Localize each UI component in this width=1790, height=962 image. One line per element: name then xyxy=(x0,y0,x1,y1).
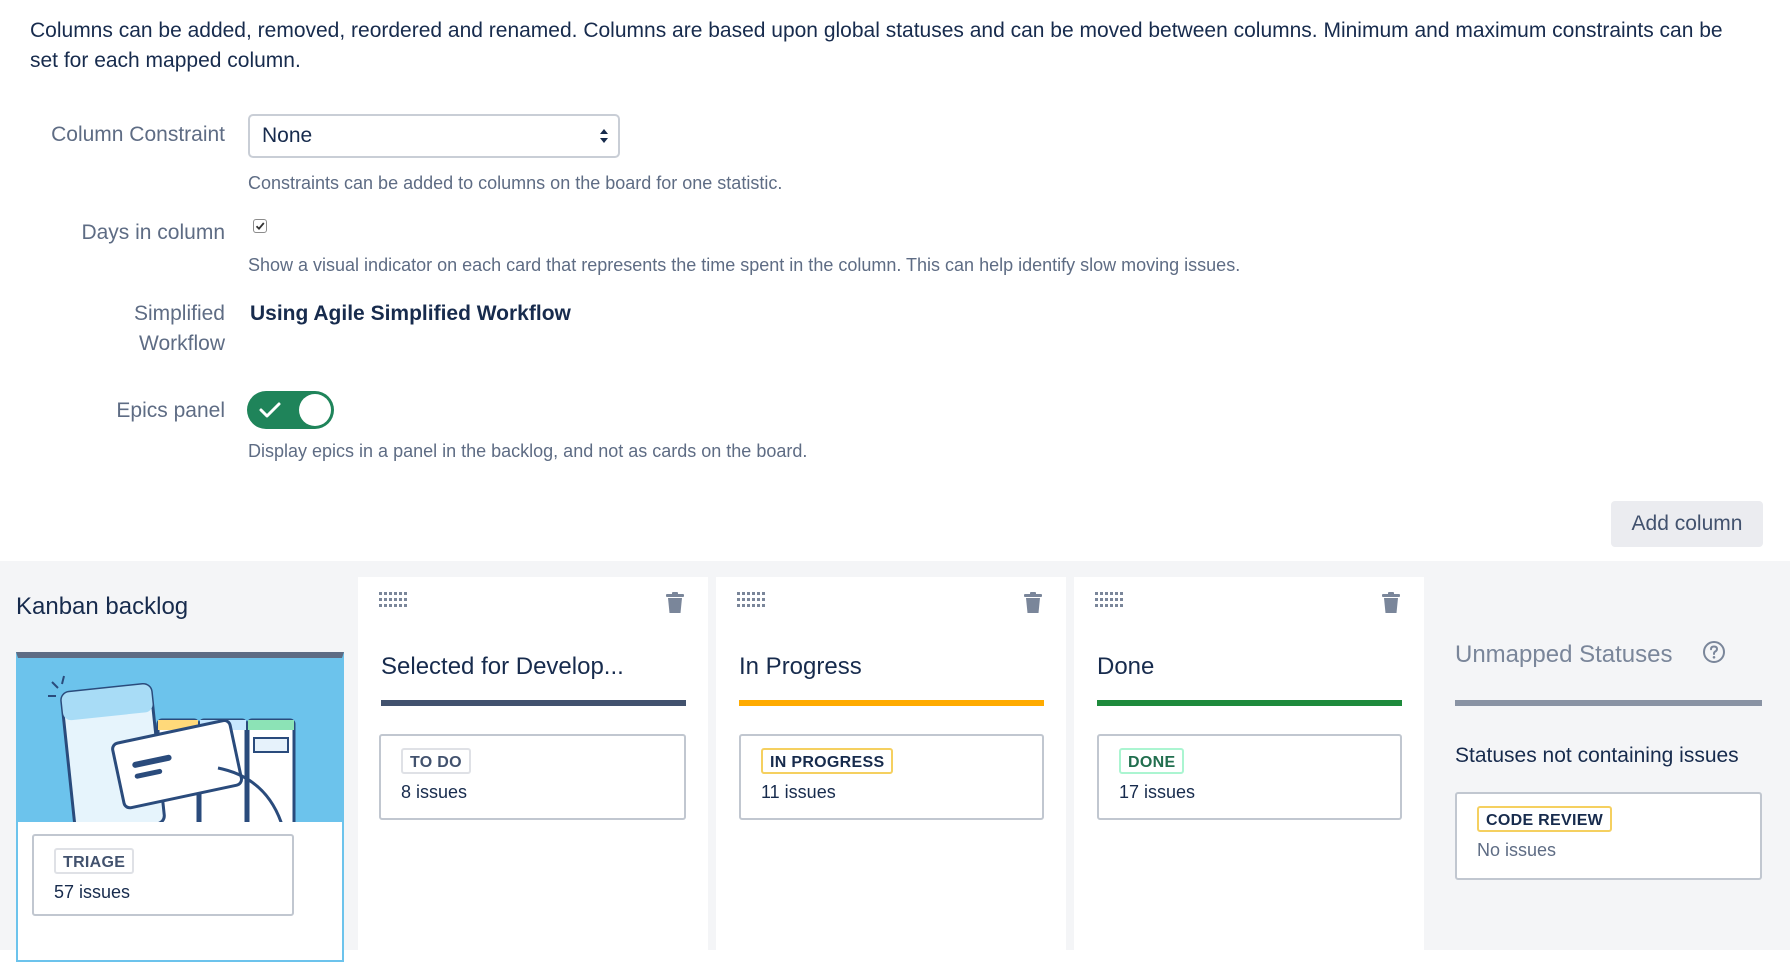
done-status-card[interactable]: DONE 17 issues xyxy=(1097,734,1402,820)
epics-panel-help: Display epics in a panel in the backlog,… xyxy=(248,441,808,461)
drag-handle-icon[interactable] xyxy=(379,592,409,608)
days-in-column-checkbox[interactable] xyxy=(253,219,267,233)
in-progress-status-card[interactable]: IN PROGRESS 11 issues xyxy=(739,734,1044,820)
column-constraint-help: Constraints can be added to columns on t… xyxy=(248,173,783,193)
days-in-column-help: Show a visual indicator on each card tha… xyxy=(248,255,1241,275)
checkmark-icon xyxy=(255,222,265,231)
code-review-status-card[interactable]: CODE REVIEW No issues xyxy=(1455,792,1762,880)
simplified-workflow-label-line1: Simplified xyxy=(133,302,225,325)
unmapped-color-bar xyxy=(1455,700,1762,706)
issue-count: 17 issues xyxy=(1119,782,1196,802)
issue-count: 11 issues xyxy=(761,782,836,802)
column-title[interactable]: Done xyxy=(1097,653,1154,681)
column-constraint-select[interactable]: None xyxy=(248,114,620,158)
help-question-icon[interactable] xyxy=(1702,640,1726,664)
trash-icon[interactable] xyxy=(1382,592,1400,613)
issue-count: 57 issues xyxy=(54,882,131,902)
column-color-bar xyxy=(1097,700,1402,706)
backlog-title: Kanban backlog xyxy=(16,593,189,620)
epics-panel-toggle[interactable] xyxy=(247,391,334,429)
status-lozenge: TO DO xyxy=(401,748,471,774)
simplified-workflow-label-line2: Workflow xyxy=(139,332,225,355)
column-title[interactable]: In Progress xyxy=(739,653,862,681)
board-illustration-image xyxy=(18,658,342,822)
epics-panel-label: Epics panel xyxy=(116,399,225,422)
trash-icon[interactable] xyxy=(1024,592,1042,613)
board-columns-area: Kanban backlog TRIAGE 57 issues Selected… xyxy=(0,561,1790,962)
add-column-button[interactable]: Add column xyxy=(1611,501,1763,547)
backlog-column: TRIAGE 57 issues xyxy=(16,652,344,962)
column-color-bar xyxy=(739,700,1044,706)
unmapped-statuses-title: Unmapped Statuses xyxy=(1455,641,1673,668)
issue-count: No issues xyxy=(1477,840,1557,860)
days-in-column-label: Days in column xyxy=(81,221,225,244)
backlog-illustration xyxy=(18,658,342,822)
triage-status-card[interactable]: TRIAGE 57 issues xyxy=(32,834,294,916)
simplified-workflow-value: Using Agile Simplified Workflow xyxy=(250,302,571,325)
board-column-selected-for-development: Selected for Develop... TO DO 8 issues xyxy=(358,577,708,957)
board-column-done: Done DONE 17 issues xyxy=(1074,577,1424,957)
drag-handle-icon[interactable] xyxy=(737,592,767,608)
todo-status-card[interactable]: TO DO 8 issues xyxy=(379,734,686,820)
status-lozenge: TRIAGE xyxy=(54,848,135,874)
status-lozenge: CODE REVIEW xyxy=(1477,806,1613,832)
column-constraint-label: Column Constraint xyxy=(51,123,225,146)
column-constraint-value: None xyxy=(262,124,313,147)
column-color-bar xyxy=(381,700,686,706)
select-arrows-icon xyxy=(600,129,608,143)
status-lozenge: DONE xyxy=(1119,748,1185,774)
toggle-check-icon xyxy=(259,402,281,418)
issue-count: 8 issues xyxy=(401,782,468,802)
toggle-knob xyxy=(299,394,331,426)
status-lozenge: IN PROGRESS xyxy=(761,748,894,774)
board-column-in-progress: In Progress IN PROGRESS 11 issues xyxy=(716,577,1066,957)
intro-text: Columns can be added, removed, reordered… xyxy=(30,19,1723,72)
unmapped-subtitle: Statuses not containing issues xyxy=(1455,744,1739,767)
drag-handle-icon[interactable] xyxy=(1095,592,1125,608)
column-title[interactable]: Selected for Develop... xyxy=(381,653,624,681)
trash-icon[interactable] xyxy=(666,592,684,613)
